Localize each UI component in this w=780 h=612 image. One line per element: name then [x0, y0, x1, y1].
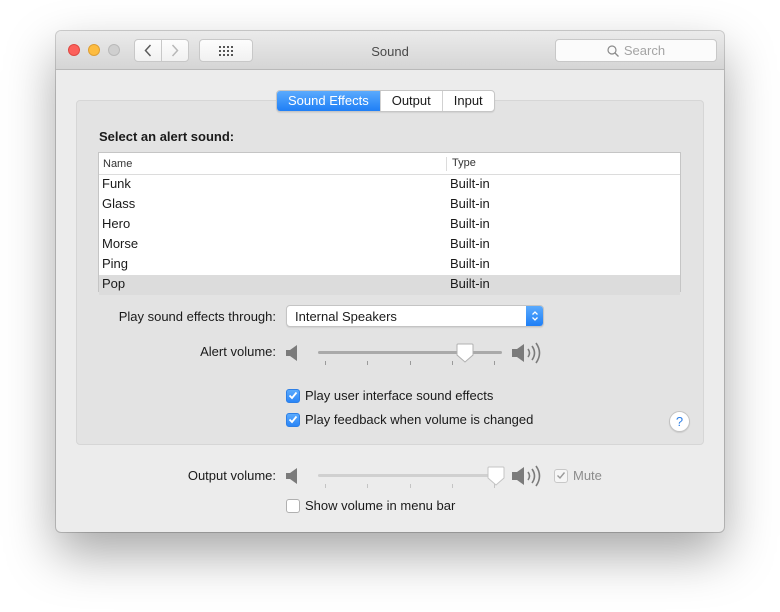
alert-volume-ticks — [318, 361, 502, 366]
ui-sound-effects-checkbox[interactable]: Play user interface sound effects — [286, 388, 493, 403]
speaker-high-icon — [512, 465, 541, 487]
show-volume-menu-bar-checkbox[interactable]: Show volume in menu bar — [286, 498, 455, 513]
search-placeholder: Search — [623, 43, 666, 58]
volume-feedback-label: Play feedback when volume is changed — [305, 412, 534, 427]
sound-name: Funk — [102, 176, 131, 191]
table-row[interactable]: Morse Built-in — [99, 235, 680, 255]
alert-sound-table: Name Type Funk Built-in Glass Built-in H… — [98, 152, 681, 295]
output-volume-label: Output volume: — [187, 468, 276, 483]
sound-type: Built-in — [450, 276, 490, 291]
checkbox-checked[interactable] — [286, 412, 300, 427]
sound-name: Glass — [102, 196, 136, 211]
sound-type: Built-in — [450, 256, 490, 271]
popup-arrows-icon — [526, 306, 543, 326]
table-row[interactable]: Hero Built-in — [99, 215, 680, 235]
table-row[interactable]: Ping Built-in — [99, 255, 680, 275]
checkmark-icon — [288, 391, 298, 400]
output-device-value: Internal Speakers — [295, 309, 397, 324]
help-button[interactable]: ? — [669, 411, 690, 432]
speaker-high-icon — [512, 342, 541, 364]
sound-name: Morse — [102, 236, 139, 251]
sound-name: Ping — [102, 256, 129, 271]
table-row-selected[interactable]: Pop Built-in — [99, 275, 680, 295]
alert-volume-track[interactable] — [318, 351, 502, 354]
mute-checkbox[interactable]: Mute — [554, 468, 602, 483]
output-volume-ticks — [318, 484, 502, 489]
checkbox-checked[interactable] — [286, 388, 300, 403]
play-through-label: Play sound effects through: — [118, 309, 276, 324]
checkbox-checked[interactable] — [554, 468, 568, 483]
sound-type: Built-in — [450, 236, 490, 251]
help-icon: ? — [675, 414, 684, 429]
column-header-name[interactable]: Name — [99, 157, 447, 171]
search-field[interactable]: Search — [555, 39, 717, 62]
mute-label: Mute — [573, 468, 602, 483]
speaker-low-icon — [286, 345, 297, 361]
volume-feedback-checkbox[interactable]: Play feedback when volume is changed — [286, 412, 533, 427]
ui-sound-effects-label: Play user interface sound effects — [305, 388, 494, 403]
table-header: Name Type — [99, 153, 680, 175]
speaker-low-icon — [286, 468, 297, 484]
tab-output[interactable]: Output — [381, 91, 443, 111]
tab-bar: Sound Effects Output Input — [276, 90, 495, 112]
sound-type: Built-in — [450, 196, 490, 211]
checkmark-icon — [288, 415, 298, 424]
table-row[interactable]: Funk Built-in — [99, 175, 680, 195]
checkbox-unchecked[interactable] — [286, 498, 300, 513]
output-volume-slider-knob[interactable] — [487, 466, 505, 486]
title-bar: Sound Search — [56, 31, 724, 70]
sound-type: Built-in — [450, 176, 490, 191]
column-header-type[interactable]: Type — [447, 153, 476, 174]
tab-input[interactable]: Input — [443, 91, 494, 111]
checkmark-icon — [557, 472, 566, 480]
table-row[interactable]: Glass Built-in — [99, 195, 680, 215]
alert-volume-label: Alert volume: — [200, 344, 276, 359]
sound-type: Built-in — [450, 216, 490, 231]
sound-name: Hero — [102, 216, 131, 231]
show-volume-label: Show volume in menu bar — [305, 498, 456, 513]
output-volume-track[interactable] — [318, 474, 502, 477]
sound-name: Pop — [102, 276, 126, 291]
alert-sound-heading: Select an alert sound: — [99, 129, 235, 144]
sound-preferences-window: Sound Search Sound Effects Output Input … — [56, 31, 724, 532]
output-device-popup[interactable]: Internal Speakers — [286, 305, 544, 327]
tab-sound-effects[interactable]: Sound Effects — [277, 91, 381, 111]
alert-volume-slider-knob[interactable] — [456, 343, 474, 363]
search-icon — [607, 44, 619, 57]
